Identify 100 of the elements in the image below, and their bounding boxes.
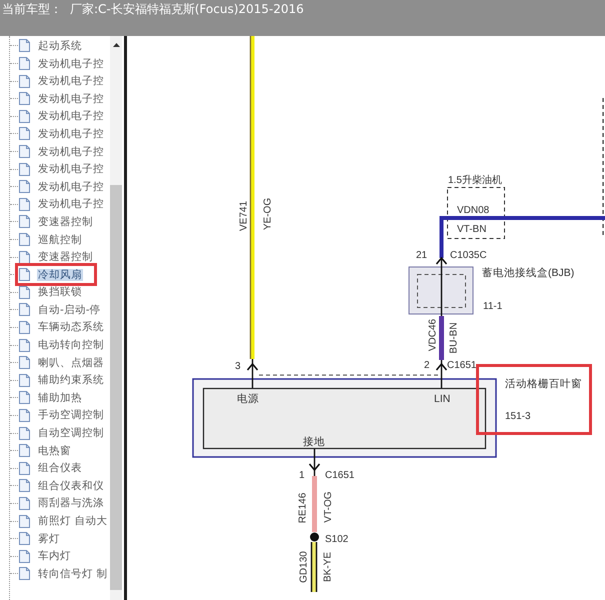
tree-item[interactable]: 发动机电子控	[37, 128, 105, 140]
wire-color-label: BK-YE	[322, 552, 334, 582]
document-icon	[19, 145, 30, 158]
tree-item[interactable]: 雨刮器与洗涤	[37, 497, 105, 510]
tree-item[interactable]: 变速器控制	[37, 216, 94, 228]
tree-item[interactable]: 发动机电子控	[37, 198, 105, 210]
tree-item[interactable]: 发动机电子控	[37, 92, 105, 105]
terminal-label: 电源	[237, 393, 259, 405]
document-icon	[19, 514, 30, 528]
circuit-label: VDN08	[457, 205, 490, 216]
document-icon	[19, 286, 30, 299]
pin-number: 3	[235, 361, 241, 372]
document-icon	[19, 250, 30, 264]
connector-caret-icon	[436, 256, 448, 265]
junction-box-ref: 11-1	[483, 301, 502, 312]
connector-caret-icon	[436, 362, 448, 371]
document-icon	[19, 567, 30, 580]
splice-dot-icon	[310, 532, 319, 542]
circuit-label: VE741	[238, 200, 250, 232]
wire-color-label: VT-OG	[323, 491, 334, 523]
circuit-label: GD130	[298, 551, 310, 583]
document-icon	[19, 215, 30, 228]
option-dashed-box	[447, 187, 505, 239]
tree-item[interactable]: 前照灯 自动大	[37, 515, 108, 528]
engine-option-label: 1.5升柴油机	[448, 175, 502, 186]
tree-item[interactable]: 冷却风扇	[37, 268, 83, 281]
tree-item[interactable]: 自动空调控制	[37, 427, 105, 440]
tree-item[interactable]: 车辆动态系统	[37, 321, 105, 334]
connector-caret-icon	[246, 362, 258, 371]
tree-item[interactable]: 换挡联锁	[37, 286, 83, 298]
document-icon	[19, 391, 30, 404]
lead-wire	[252, 359, 254, 388]
document-icon	[19, 320, 30, 334]
tree-item[interactable]: 变速器控制	[37, 251, 94, 264]
wire-color-label: BU-BN	[448, 322, 460, 354]
document-icon	[19, 408, 30, 422]
tree-item[interactable]: 手动空调控制	[37, 409, 105, 422]
lead-wire	[440, 258, 442, 316]
document-icon	[19, 374, 30, 387]
tree-item[interactable]: 发动机电子控	[37, 163, 105, 176]
document-icon	[19, 444, 30, 458]
tree-item[interactable]: 雾灯	[37, 532, 61, 545]
connector-label: C1651	[447, 360, 476, 371]
tree-item[interactable]: 组合仪表	[37, 462, 83, 474]
document-icon	[19, 426, 30, 440]
tree-item[interactable]: 组合仪表和仪	[37, 480, 105, 492]
module-name: 活动格栅百叶窗	[505, 378, 582, 390]
lead-wire	[314, 449, 316, 476]
document-icon	[19, 198, 30, 211]
document-icon	[19, 162, 30, 176]
pin-number: 1	[299, 470, 305, 481]
tree-item[interactable]: 发动机电子控	[37, 110, 105, 122]
pin-number: 21	[416, 250, 428, 261]
tree-item[interactable]: 转向信号灯 制	[37, 568, 108, 580]
tree-item[interactable]: 发动机电子控	[37, 146, 105, 158]
vehicle-label: 当前车型：	[2, 2, 62, 17]
lead-wire	[440, 360, 442, 388]
document-icon	[19, 110, 30, 123]
document-icon	[19, 303, 30, 316]
scrollbar-track[interactable]	[110, 36, 122, 600]
scrollbar-thumb[interactable]	[110, 185, 122, 590]
document-icon	[19, 356, 30, 370]
tree-item[interactable]: 发动机电子控	[37, 180, 105, 193]
tree-item[interactable]: 辅助约束系统	[37, 374, 105, 386]
document-icon	[19, 74, 30, 88]
pin-number: 2	[424, 360, 430, 371]
document-icon	[19, 92, 30, 106]
tree-item[interactable]: 喇叭、点烟器	[37, 356, 105, 369]
document-icon	[19, 57, 30, 70]
tree-item[interactable]: 电热窗	[37, 444, 72, 457]
tree-item[interactable]: 电动转向控制	[37, 339, 105, 352]
tree-item[interactable]: 巡航控制	[37, 234, 83, 246]
circuit-label: VDC46	[428, 318, 438, 352]
tree-item[interactable]: 自动-启动-停	[37, 304, 102, 316]
tree-item[interactable]: 发动机电子控	[37, 75, 105, 88]
tree-item[interactable]: 发动机电子控	[37, 58, 105, 70]
terminal-label: 接地	[303, 436, 325, 448]
document-icon	[19, 233, 30, 246]
document-icon	[19, 127, 30, 140]
wire-color-label: VT-BN	[457, 224, 486, 235]
connector-caret-icon	[308, 463, 320, 472]
terminal-label: LIN	[434, 393, 450, 405]
junction-box	[408, 266, 474, 314]
wire-color-label: YE-OG	[262, 198, 274, 230]
document-icon	[19, 479, 30, 492]
junction-box-name: 蓄电池接线盒(BJB)	[482, 267, 574, 279]
tree-item[interactable]: 起动系统	[37, 40, 83, 52]
tree-item[interactable]: 车内灯	[37, 550, 72, 562]
connector-label: C1035C	[450, 250, 487, 261]
document-icon	[19, 462, 30, 475]
vehicle-name: 厂家:C-长安福特福克斯(Focus)2015-2016	[70, 2, 304, 17]
splice-label: S102	[325, 534, 348, 545]
document-icon	[19, 496, 30, 510]
module-ref: 151-3	[505, 411, 531, 422]
scroll-up-arrow-icon[interactable]	[112, 43, 120, 47]
tree-item[interactable]: 辅助加热	[37, 392, 83, 404]
document-icon	[19, 39, 30, 52]
document-icon	[19, 180, 30, 194]
document-icon	[19, 338, 30, 352]
document-icon	[19, 550, 30, 563]
